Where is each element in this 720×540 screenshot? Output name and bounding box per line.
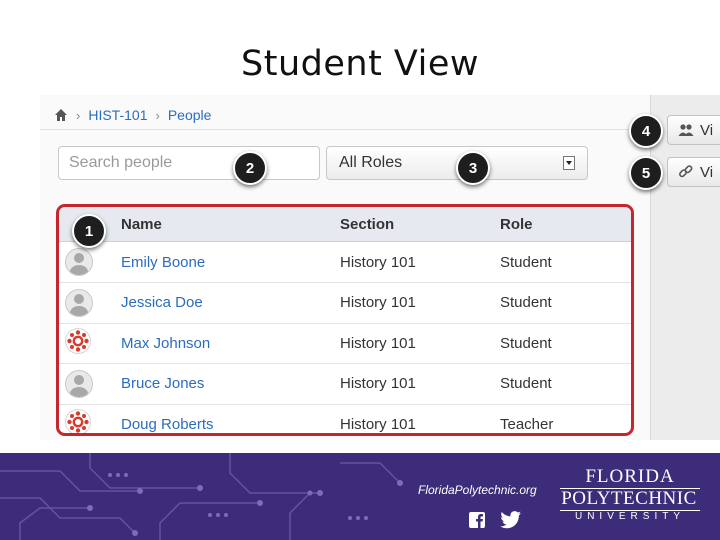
user-avatar-icon [65, 248, 93, 276]
circuit-pattern [0, 453, 403, 540]
canvas-avatar-icon [65, 409, 91, 433]
callout-2: 2 [233, 151, 267, 185]
view-registered-services-button[interactable]: Vi [667, 157, 720, 187]
university-footer: FloridaPolytechnic.org FLORIDA POLYTECHN… [0, 453, 720, 540]
chevron-right-icon: › [76, 107, 81, 123]
avatar-cell [65, 283, 101, 323]
callout-1: 1 [72, 214, 106, 248]
person-role: Student [500, 294, 552, 312]
person-name-link[interactable]: Emily Boone [121, 242, 205, 282]
person-section: History 101 [340, 415, 416, 433]
roles-select-value: All Roles [339, 154, 403, 171]
table-row: Emily Boone History 101 Student [59, 242, 631, 283]
callout-5: 5 [629, 156, 663, 190]
column-header-role[interactable]: Role [500, 207, 533, 241]
user-avatar-icon [65, 369, 93, 398]
person-role: Student [500, 253, 552, 271]
chevron-right-icon: › [155, 107, 160, 123]
table-row: Jessica Doe History 101 Student [59, 283, 631, 324]
link-icon [679, 165, 693, 178]
avatar-cell [65, 364, 101, 404]
callout-3: 3 [456, 151, 490, 185]
people-group-icon [678, 124, 694, 136]
people-table: Name Section Role Emily Boone History 101… [56, 204, 634, 436]
logo-florida: FLORIDA [585, 466, 675, 487]
person-name-link[interactable]: Doug Roberts [121, 404, 214, 433]
twitter-icon[interactable] [500, 511, 522, 529]
avatar-cell [65, 242, 101, 282]
person-section: History 101 [340, 294, 416, 312]
people-page: › HIST-101 › People All Roles Name Secti… [40, 95, 650, 440]
table-row: Doug Roberts History 101 Teacher [59, 404, 631, 433]
table-row: Max Johnson History 101 Student [59, 323, 631, 365]
table-header: Name Section Role [59, 207, 631, 242]
person-role: Student [500, 334, 552, 352]
person-section: History 101 [340, 253, 416, 271]
canvas-avatar-icon [65, 328, 91, 358]
user-avatar-icon [65, 288, 93, 317]
column-header-name[interactable]: Name [121, 207, 162, 241]
person-role: Student [500, 375, 552, 393]
breadcrumb-course[interactable]: HIST-101 [88, 107, 147, 123]
person-name-link[interactable]: Max Johnson [121, 323, 210, 363]
dropdown-arrow-icon[interactable] [563, 156, 575, 170]
breadcrumb-people[interactable]: People [168, 107, 212, 123]
breadcrumb-divider [40, 129, 650, 130]
logo-university: UNIVERSITY [574, 511, 685, 522]
breadcrumb: › HIST-101 › People [54, 105, 211, 125]
slide-title: Student View [241, 44, 479, 84]
person-section: History 101 [340, 375, 416, 393]
view-user-groups-label: Vi [700, 121, 714, 139]
home-icon[interactable] [54, 108, 68, 122]
avatar-cell [65, 404, 101, 433]
facebook-icon[interactable] [468, 511, 486, 529]
logo-polytechnic: POLYTECHNIC [561, 488, 697, 509]
footer-divider [0, 444, 720, 453]
view-user-groups-button[interactable]: Vi [667, 115, 720, 145]
person-section: History 101 [340, 334, 416, 352]
person-name-link[interactable]: Jessica Doe [121, 283, 203, 323]
canvas-people-screenshot: › HIST-101 › People All Roles Name Secti… [40, 95, 720, 440]
column-header-section[interactable]: Section [340, 207, 394, 241]
callout-4: 4 [629, 114, 663, 148]
person-role: Teacher [500, 415, 554, 433]
avatar-cell [65, 323, 101, 363]
view-registered-services-label: Vi [700, 163, 714, 181]
search-people-input[interactable] [58, 146, 320, 180]
person-name-link[interactable]: Bruce Jones [121, 364, 204, 404]
footer-website[interactable]: FloridaPolytechnic.org [418, 483, 537, 497]
right-sidebar: Vi Vi [650, 95, 720, 440]
table-row: Bruce Jones History 101 Student [59, 364, 631, 405]
